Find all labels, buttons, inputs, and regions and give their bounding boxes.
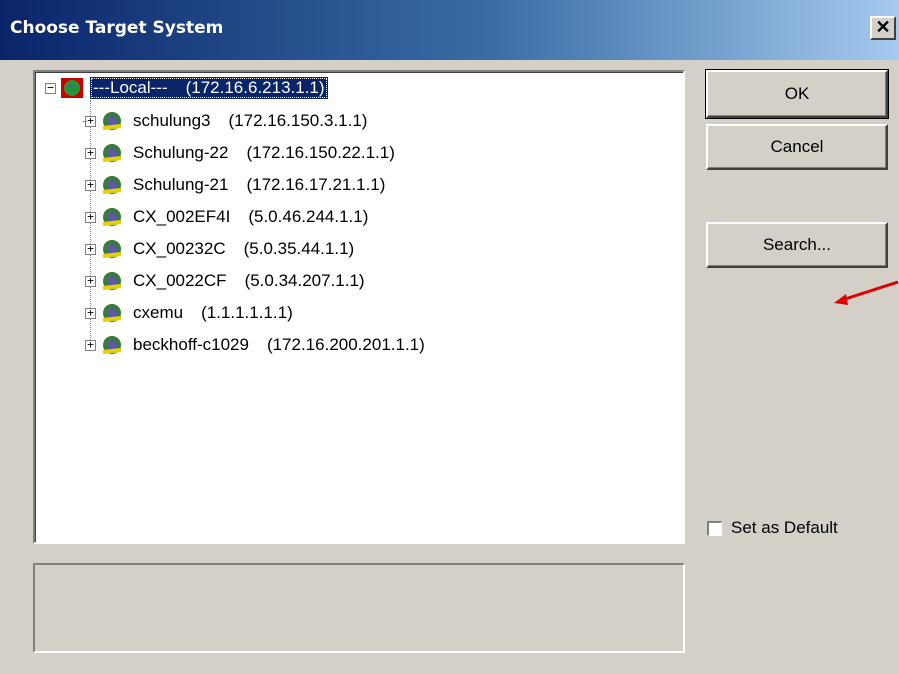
expand-icon[interactable]: + [85,211,96,223]
close-icon: ✕ [875,17,891,37]
set-default-row[interactable]: Set as Default [707,518,838,538]
set-default-checkbox[interactable] [707,520,722,536]
node-address: (172.16.200.201.1.1) [266,335,425,354]
remote-system-icon [102,240,122,258]
remote-system-icon [102,208,122,226]
node-name: cxemu [133,303,184,322]
remote-system-icon [102,144,122,162]
tree-node-beckhoff-c1029[interactable]: + beckhoff-c1029 (172.16.200.201.1.1) [85,332,428,358]
target-system-tree[interactable]: − ---Local--- (172.16.6.213.1.1) + schulu… [33,70,685,544]
window-title: Choose Target System [10,18,224,38]
node-address: (1.1.1.1.1.1) [201,303,293,322]
set-default-label: Set as Default [731,518,838,537]
node-address: (172.16.150.22.1.1) [246,143,395,162]
expand-icon[interactable]: + [85,307,96,319]
expand-icon[interactable]: + [85,243,96,255]
tree-node-label[interactable]: CX_00232C (5.0.35.44.1.1) [130,238,357,260]
tree-node-schulung-21[interactable]: + Schulung-21 (172.16.17.21.1.1) [85,172,388,198]
tree-connector [83,121,87,122]
tree-node-label[interactable]: cxemu (1.1.1.1.1.1) [130,302,296,324]
local-system-icon [61,78,83,98]
tree-node-label-selected[interactable]: ---Local--- (172.16.6.213.1.1) [90,77,328,99]
tree-node-cx-00232c[interactable]: + CX_00232C (5.0.35.44.1.1) [85,236,357,262]
info-panel [33,563,685,653]
root-node-name: ---Local--- [93,78,168,97]
expand-icon[interactable]: + [85,339,96,351]
node-address: (5.0.46.244.1.1) [248,207,369,226]
root-node-address: (172.16.6.213.1.1) [185,78,325,97]
title-bar: Choose Target System ✕ [0,0,899,60]
node-name: CX_002EF4I [133,207,231,226]
node-name: Schulung-21 [133,175,229,194]
tree-node-label[interactable]: beckhoff-c1029 (172.16.200.201.1.1) [130,334,428,356]
cancel-button[interactable]: Cancel [706,124,888,170]
node-address: (172.16.17.21.1.1) [246,175,386,194]
remote-system-icon [102,304,122,322]
node-name: schulung3 [133,111,211,130]
node-address: (172.16.150.3.1.1) [228,111,368,130]
node-name: CX_00232C [133,239,226,258]
remote-system-icon [102,272,122,290]
node-address: (5.0.35.44.1.1) [243,239,355,258]
dialog-body: − ---Local--- (172.16.6.213.1.1) + schulu… [0,60,899,674]
tree-node-label[interactable]: CX_0022CF (5.0.34.207.1.1) [130,270,368,292]
ok-button[interactable]: OK [705,69,889,119]
expand-icon[interactable]: + [85,275,96,287]
annotation-arrow-icon [834,280,899,305]
tree-node-label[interactable]: schulung3 (172.16.150.3.1.1) [130,110,370,132]
node-name: Schulung-22 [133,143,229,162]
tree-node-label[interactable]: Schulung-21 (172.16.17.21.1.1) [130,174,388,196]
tree-node-root[interactable]: − ---Local--- (172.16.6.213.1.1) [45,75,328,101]
tree-node-schulung3[interactable]: + schulung3 (172.16.150.3.1.1) [83,108,370,134]
tree-node-label[interactable]: CX_002EF4I (5.0.46.244.1.1) [130,206,371,228]
remote-system-icon [102,112,122,130]
close-button[interactable]: ✕ [870,16,896,40]
tree-node-cx-002ef4i[interactable]: + CX_002EF4I (5.0.46.244.1.1) [85,204,371,230]
collapse-icon[interactable]: − [45,82,56,94]
tree-node-label[interactable]: Schulung-22 (172.16.150.22.1.1) [130,142,398,164]
search-button[interactable]: Search... [706,222,888,268]
expand-icon[interactable]: + [85,179,96,191]
tree-node-schulung-22[interactable]: + Schulung-22 (172.16.150.22.1.1) [85,140,398,166]
remote-system-icon [102,176,122,194]
node-name: CX_0022CF [133,271,227,290]
tree-node-cxemu[interactable]: + cxemu (1.1.1.1.1.1) [85,300,296,326]
node-name: beckhoff-c1029 [133,335,249,354]
remote-system-icon [102,336,122,354]
expand-icon[interactable]: + [85,147,96,159]
tree-node-cx-0022cf[interactable]: + CX_0022CF (5.0.34.207.1.1) [85,268,368,294]
node-address: (5.0.34.207.1.1) [244,271,365,290]
